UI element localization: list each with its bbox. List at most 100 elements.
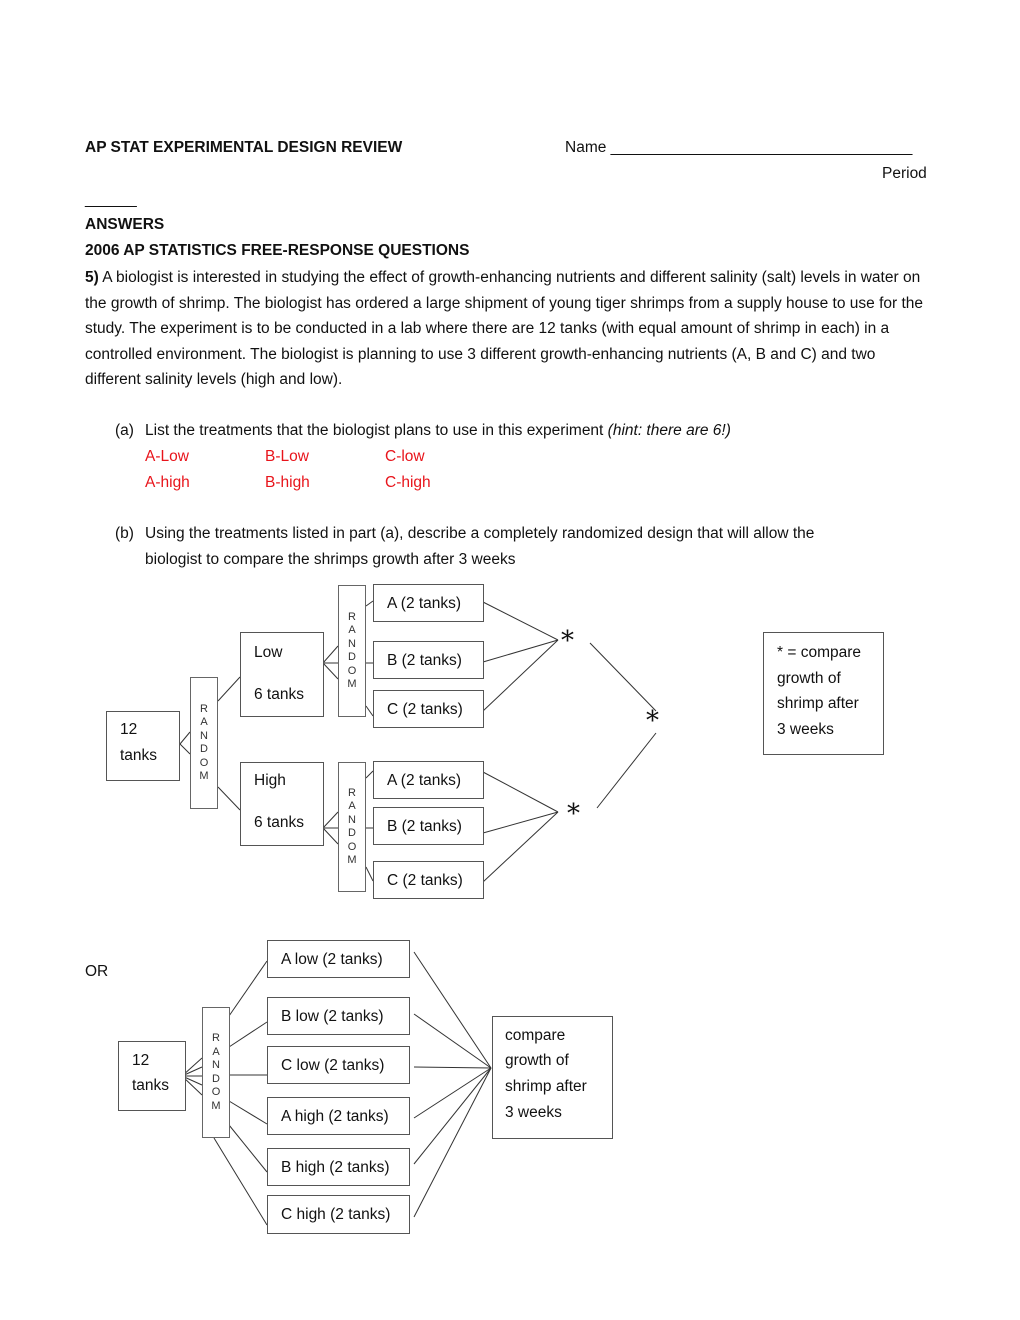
connector: [413, 1066, 492, 1069]
connector: [413, 1067, 492, 1119]
group-label: A (2 tanks): [387, 595, 462, 612]
random-letter: R: [348, 786, 356, 799]
low-group-a-box: A (2 tanks): [373, 584, 484, 622]
compare-star-high: *: [567, 799, 580, 829]
start-12-tanks-box-2: 12 tanks: [118, 1041, 186, 1111]
connector: [413, 1067, 492, 1165]
treatment-label: C high (2 tanks): [281, 1206, 391, 1223]
connector: [228, 1124, 268, 1173]
randomize-box-low: R A N D O M: [338, 585, 366, 717]
treatment-box-a-low: A low (2 tanks): [267, 940, 410, 978]
randomize-box: R A N D O M: [190, 677, 218, 809]
connector: [322, 827, 339, 845]
result-line: compare: [505, 1027, 566, 1044]
random-letter: M: [347, 678, 357, 690]
connector: [413, 1067, 492, 1218]
treatment-box-c-high: C high (2 tanks): [267, 1195, 410, 1234]
compare-result-box: compare growth of shrimp after 3 weeks: [492, 1016, 613, 1139]
high-group-b-box: B (2 tanks): [373, 807, 484, 845]
result-line: shrimp after: [505, 1078, 587, 1095]
start-count: 12: [132, 1052, 150, 1069]
random-letter: R: [200, 702, 208, 715]
connector: [413, 951, 492, 1069]
connector: [217, 676, 241, 702]
low-label: Low: [254, 644, 283, 661]
random-letter: D: [348, 651, 356, 663]
connector: [213, 1137, 268, 1226]
connector: [596, 732, 657, 809]
connector: [228, 1021, 268, 1048]
low-salinity-box: Low 6 tanks: [240, 632, 324, 717]
random-letter: N: [200, 729, 208, 742]
random-letter: O: [347, 840, 357, 853]
group-label: B (2 tanks): [387, 652, 462, 669]
high-group-a-box: A (2 tanks): [373, 761, 484, 799]
low-group-b-box: B (2 tanks): [373, 641, 484, 679]
legend-line: * = compare: [777, 644, 862, 661]
legend-box: * = compare growth of shrimp after 3 wee…: [763, 632, 884, 755]
high-label: High: [254, 772, 286, 789]
random-letter: D: [200, 743, 208, 755]
connector: [365, 770, 374, 779]
random-letter: A: [212, 1045, 220, 1058]
connector: [482, 601, 559, 641]
group-label: C (2 tanks): [387, 872, 463, 889]
start-unit: tanks: [132, 1077, 170, 1094]
treatment-box-a-high: A high (2 tanks): [267, 1097, 410, 1135]
treatment-label: A high (2 tanks): [281, 1108, 389, 1125]
random-letter: M: [199, 770, 209, 782]
treatment-label: C low (2 tanks): [281, 1057, 385, 1074]
random-letter: A: [348, 800, 356, 812]
result-line: 3 weeks: [505, 1104, 562, 1121]
start-unit: tanks: [120, 747, 158, 764]
start-12-tanks-box: 12 tanks: [106, 711, 180, 781]
connector: [179, 731, 191, 745]
low-group-c-box: C (2 tanks): [373, 690, 484, 728]
or-label: OR: [85, 963, 109, 980]
connector: [179, 743, 191, 755]
legend-line: 3 weeks: [777, 721, 834, 738]
random-letter: M: [211, 1099, 221, 1112]
treatment-label: A low (2 tanks): [281, 951, 383, 968]
treatment-box-b-high: B high (2 tanks): [267, 1148, 410, 1186]
treatment-box-b-low: B low (2 tanks): [267, 997, 410, 1035]
legend-line: shrimp after: [777, 695, 859, 712]
treatment-box-c-low: C low (2 tanks): [267, 1046, 410, 1084]
random-letter: R: [212, 1032, 220, 1044]
connector: [413, 1013, 492, 1069]
randomize-box-2: R A N D O M: [202, 1007, 230, 1138]
connector: [322, 811, 339, 829]
connector: [365, 705, 374, 717]
random-letter: M: [347, 854, 357, 866]
random-letter: A: [348, 624, 356, 636]
high-salinity-box: High 6 tanks: [240, 762, 324, 846]
connector: [228, 960, 268, 1017]
connector: [482, 771, 559, 813]
legend-line: growth of: [777, 670, 841, 687]
random-letter: A: [200, 716, 208, 728]
group-label: B (2 tanks): [387, 818, 462, 835]
compare-star-final: *: [646, 706, 659, 736]
treatment-label: B high (2 tanks): [281, 1159, 390, 1176]
random-letter: R: [348, 610, 356, 623]
connector: [589, 642, 657, 712]
random-letter: D: [348, 827, 356, 839]
random-letter: N: [212, 1059, 220, 1071]
high-group-c-box: C (2 tanks): [373, 861, 484, 899]
start-count: 12: [120, 721, 138, 738]
group-label: C (2 tanks): [387, 701, 463, 718]
connector: [365, 600, 374, 607]
random-letter: N: [348, 637, 356, 650]
random-letter: O: [211, 1086, 221, 1098]
connector: [322, 662, 339, 680]
random-letter: D: [212, 1072, 220, 1085]
random-letter: O: [199, 756, 209, 769]
compare-star-low: *: [561, 626, 574, 656]
low-count: 6 tanks: [254, 686, 304, 703]
connector: [217, 786, 241, 811]
high-count: 6 tanks: [254, 814, 304, 831]
connector: [365, 866, 374, 882]
connector: [322, 645, 339, 664]
randomize-box-high: R A N D O M: [338, 762, 366, 892]
treatment-label: B low (2 tanks): [281, 1008, 384, 1025]
